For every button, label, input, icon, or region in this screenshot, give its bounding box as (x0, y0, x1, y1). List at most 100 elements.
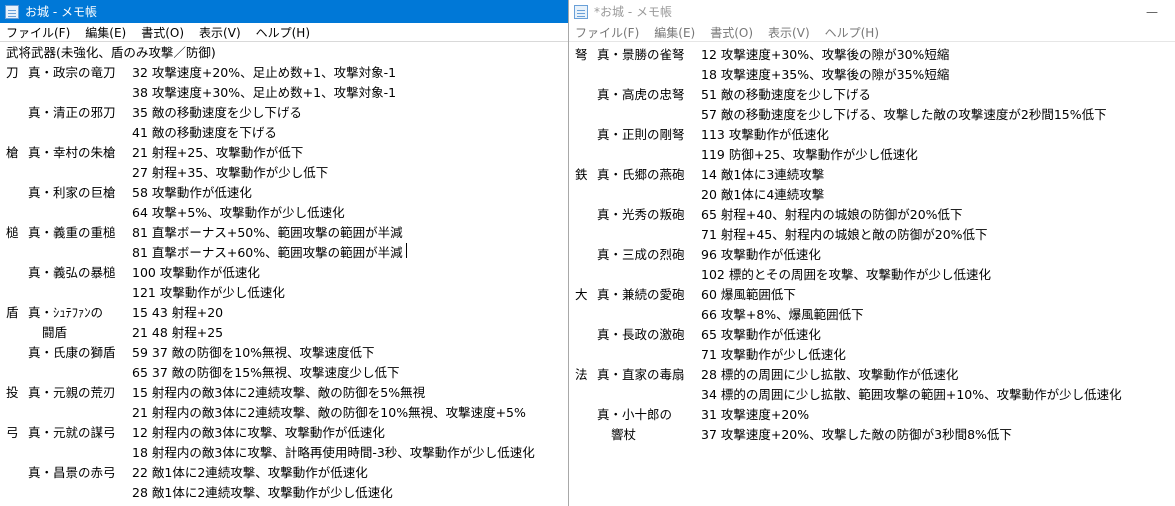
weapon-stats: 21 射程内の敵3体に2連続攻撃、敵の防御を10%無視、攻撃速度+5% (132, 405, 526, 420)
weapon-stats: 35 敵の移動速度を少し下げる (132, 105, 302, 120)
weapon-name (28, 203, 132, 223)
menu-help[interactable]: ヘルプ(H) (256, 24, 310, 41)
menu-view[interactable]: 表示(V) (199, 24, 241, 41)
text-line: 28 敵1体に2連続攻撃、攻撃動作が少し低速化 (5, 483, 568, 503)
weapon-category (574, 65, 597, 85)
menu-file[interactable]: ファイル(F) (6, 24, 70, 41)
weapon-category (5, 403, 28, 423)
weapon-stats: 37 攻撃速度+20%、攻撃した敵の防御が3秒間8%低下 (701, 427, 1012, 442)
text-line: 弓真・元就の謀弓 12 射程内の敵3体に攻撃、攻撃動作が低速化 (5, 423, 568, 443)
weapon-name: 真・氏郷の燕砲 (597, 167, 685, 182)
text-editor-area[interactable]: 武将武器(未強化、盾のみ攻撃／防御) 刀真・政宗の竜刀 32 攻撃速度+20%、足… (0, 43, 568, 506)
weapon-category (574, 125, 597, 145)
weapon-category (5, 263, 28, 283)
text-line: 65 37 敵の防御を15%無視、攻撃速度少し低下 (5, 363, 568, 383)
weapon-category (574, 205, 597, 225)
weapon-category: 大 (575, 287, 588, 302)
text-cursor (405, 243, 407, 258)
weapon-stats: 18 射程内の敵3体に攻撃、計略再使用時間-3秒、攻撃動作が少し低速化 (132, 445, 535, 460)
weapon-name (28, 443, 132, 463)
menu-file[interactable]: ファイル(F) (575, 24, 639, 41)
notepad-window-left[interactable]: お城 - メモ帳 ファイル(F) 編集(E) 書式(O) 表示(V) ヘルプ(H… (0, 0, 569, 506)
text-line: 真・小十郎の 31 攻撃速度+20% (574, 405, 1175, 425)
weapon-category (5, 463, 28, 483)
menu-bar: ファイル(F) 編集(E) 書式(O) 表示(V) ヘルプ(H) (0, 23, 568, 42)
weapon-category (574, 405, 597, 425)
text-line: 66 攻撃+8%、爆風範囲低下 (574, 305, 1175, 325)
weapon-name: 真・小十郎の (597, 407, 673, 422)
minimize-icon[interactable]: — (1129, 0, 1175, 23)
weapon-name (28, 163, 132, 183)
weapon-name: 真・義重の重槌 (28, 225, 116, 240)
weapon-stats: 81 直撃ボーナス+50%、範囲攻撃の範囲が半減 (132, 225, 403, 240)
weapon-name (28, 83, 132, 103)
text-editor-area[interactable]: 弩真・景勝の雀弩 12 攻撃速度+30%、攻撃後の隙が30%短縮 18 攻撃速度+3… (569, 45, 1175, 506)
weapon-name (28, 363, 132, 383)
weapon-category: 槍 (6, 145, 19, 160)
weapon-name: 真・長政の激砲 (597, 327, 685, 342)
weapon-stats: 21 射程+25、攻撃動作が低下 (132, 145, 304, 160)
weapon-stats: 27 射程+35、攻撃動作が少し低下 (132, 165, 329, 180)
weapon-category (5, 243, 28, 263)
text-line: 71 射程+45、射程内の城娘と敵の防御が20%低下 (574, 225, 1175, 245)
notepad-window-right[interactable]: *お城 - メモ帳 — ファイル(F) 編集(E) 書式(O) 表示(V) ヘル… (569, 0, 1175, 506)
weapon-stats: 121 攻撃動作が少し低速化 (132, 285, 285, 300)
weapon-category (574, 245, 597, 265)
text-line: 真・清正の邪刀 35 敵の移動速度を少し下げる (5, 103, 568, 123)
weapon-category (5, 203, 28, 223)
weapon-stats: 65 37 敵の防御を15%無視、攻撃速度少し低下 (132, 365, 400, 380)
weapon-stats: 81 直撃ボーナス+60%、範囲攻撃の範囲が半減 (132, 245, 403, 260)
weapon-stats: 65 射程+40、射程内の城娘の防御が20%低下 (701, 207, 963, 222)
text-line: 27 射程+35、攻撃動作が少し低下 (5, 163, 568, 183)
weapon-name: 真・利家の巨槍 (28, 185, 116, 200)
weapon-category: 槌 (6, 225, 19, 240)
weapon-stats: 113 攻撃動作が低速化 (701, 127, 829, 142)
text-line: 闘盾 21 48 射程+25 (5, 323, 568, 343)
menu-edit[interactable]: 編集(E) (654, 24, 695, 41)
weapon-name: 真・幸村の朱槍 (28, 145, 116, 160)
text-line: 槍真・幸村の朱槍 21 射程+25、攻撃動作が低下 (5, 143, 568, 163)
text-line: 21 射程内の敵3体に2連続攻撃、敵の防御を10%無視、攻撃速度+5% (5, 403, 568, 423)
text-line: 18 射程内の敵3体に攻撃、計略再使用時間-3秒、攻撃動作が少し低速化 (5, 443, 568, 463)
text-line: 真・義弘の暴槌 100 攻撃動作が低速化 (5, 263, 568, 283)
weapon-category (5, 163, 28, 183)
weapon-category (574, 385, 597, 405)
weapon-name (597, 305, 701, 325)
weapon-name (597, 265, 701, 285)
weapon-stats: 15 射程内の敵3体に2連続攻撃、敵の防御を5%無視 (132, 385, 426, 400)
text-line: 121 攻撃動作が少し低速化 (5, 283, 568, 303)
weapon-name: 真・景勝の雀弩 (597, 47, 685, 62)
title-bar[interactable]: *お城 - メモ帳 — (569, 0, 1175, 23)
menu-view[interactable]: 表示(V) (768, 24, 810, 41)
title-bar[interactable]: お城 - メモ帳 (0, 0, 568, 23)
text-line: 真・利家の巨槍 58 攻撃動作が低速化 (5, 183, 568, 203)
weapon-stats: 20 敵1体に4連続攻撃 (701, 187, 825, 202)
weapon-category: 盾 (6, 305, 19, 320)
weapon-category (574, 425, 597, 445)
text-line: 71 攻撃動作が少し低速化 (574, 345, 1175, 365)
weapon-category: 弓 (6, 425, 19, 440)
text-line: 鉄真・氏郷の燕砲 14 敵1体に3連続攻撃 (574, 165, 1175, 185)
notepad-icon (5, 4, 19, 19)
text-line: 20 敵1体に4連続攻撃 (574, 185, 1175, 205)
text-line: 34 標的の周囲に少し拡散、範囲攻撃の範囲+10%、攻撃動作が少し低速化 (574, 385, 1175, 405)
weapon-name: 真・直家の毒扇 (597, 367, 685, 382)
weapon-name (28, 123, 132, 143)
menu-help[interactable]: ヘルプ(H) (825, 24, 879, 41)
weapon-category (5, 343, 28, 363)
weapon-name: 響杖 (611, 427, 637, 442)
weapon-name: 真・光秀の叛砲 (597, 207, 685, 222)
weapon-category (574, 145, 597, 165)
menu-format[interactable]: 書式(O) (710, 24, 753, 41)
weapon-stats: 34 標的の周囲に少し拡散、範囲攻撃の範囲+10%、攻撃動作が少し低速化 (701, 387, 1122, 402)
window-title: お城 - メモ帳 (25, 5, 97, 19)
text-line: 弩真・景勝の雀弩 12 攻撃速度+30%、攻撃後の隙が30%短縮 (574, 45, 1175, 65)
menu-format[interactable]: 書式(O) (141, 24, 184, 41)
text-line: 大真・兼続の愛砲 60 爆風範囲低下 (574, 285, 1175, 305)
text-line: 響杖 37 攻撃速度+20%、攻撃した敵の防御が3秒間8%低下 (574, 425, 1175, 445)
weapon-name (597, 105, 701, 125)
weapon-stats: 22 敵1体に2連続攻撃、攻撃動作が低速化 (132, 465, 368, 480)
menu-edit[interactable]: 編集(E) (85, 24, 126, 41)
weapon-stats: 60 爆風範囲低下 (701, 287, 796, 302)
weapon-stats: 21 48 射程+25 (132, 325, 224, 340)
